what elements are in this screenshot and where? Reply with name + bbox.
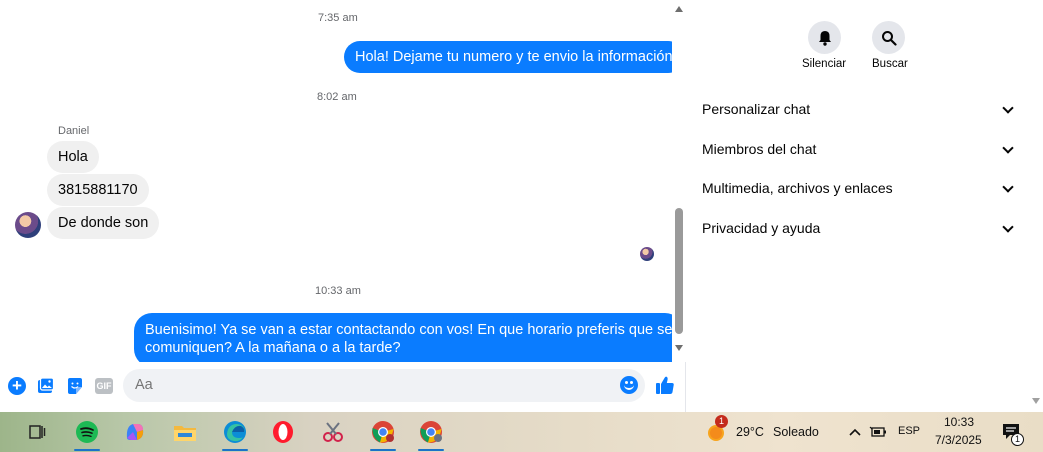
chevron-down-icon <box>1002 221 1014 233</box>
chevron-down-icon <box>1002 181 1014 193</box>
section-label: Miembros del chat <box>702 141 817 157</box>
chat-pane: 7:35 am Hola! Dejame tu numero y te envi… <box>0 0 686 412</box>
section-label: Privacidad y ayuda <box>702 220 821 236</box>
section-label: Multimedia, archivos y enlaces <box>702 180 893 196</box>
edge-icon[interactable] <box>218 416 252 451</box>
section-miembros-del-chat[interactable]: Miembros del chat <box>702 141 1014 163</box>
bell-icon <box>818 30 831 46</box>
taskbar: 1 29°C Soleado ESP 10:33 7/3/2025 1 <box>0 412 1043 452</box>
notifications-icon[interactable] <box>994 416 1028 448</box>
sender-name: Daniel <box>58 125 90 137</box>
message-outgoing[interactable]: Hola! Dejame tu numero y te envio la inf… <box>344 41 672 73</box>
task-view-icon[interactable] <box>20 416 54 448</box>
weather-temperature[interactable]: 29°C <box>736 425 764 439</box>
message-line: comuniquen? A la mañana o a la tarde? <box>145 340 401 356</box>
file-explorer-icon[interactable] <box>168 416 202 448</box>
message-composer: + GIF <box>0 362 686 412</box>
opera-icon[interactable] <box>266 416 300 448</box>
scroll-up-arrow-icon[interactable] <box>675 6 683 12</box>
sticker-icon[interactable] <box>65 376 85 396</box>
message-incoming[interactable]: De donde son <box>47 207 160 239</box>
read-receipt-avatar <box>640 247 654 261</box>
message-list[interactable]: 7:35 am Hola! Dejame tu numero y te envi… <box>0 0 672 362</box>
section-personalizar-chat[interactable]: Personalizar chat <box>702 101 1014 123</box>
plus-circle-icon[interactable]: + <box>7 376 27 396</box>
snipping-tool-icon[interactable] <box>316 416 350 448</box>
mute-button[interactable] <box>808 21 841 54</box>
clock-date[interactable]: 7/3/2025 <box>935 433 982 447</box>
search-icon <box>881 30 897 46</box>
search-label: Buscar <box>872 58 908 70</box>
thumbs-up-icon[interactable] <box>655 375 675 395</box>
photo-icon[interactable] <box>36 376 56 396</box>
sender-avatar[interactable] <box>15 212 41 238</box>
message-input[interactable] <box>123 369 645 402</box>
timestamp: 8:02 am <box>317 91 357 103</box>
scrollbar-thumb[interactable] <box>675 208 683 334</box>
chevron-down-icon <box>1002 102 1014 114</box>
section-multimedia[interactable]: Multimedia, archivos y enlaces <box>702 180 1014 202</box>
messenger-window: 7:35 am Hola! Dejame tu numero y te envi… <box>0 0 1043 412</box>
message-line: Buenisimo! Ya se van a estar contactando… <box>145 322 672 338</box>
weather-description[interactable]: Soleado <box>773 425 819 439</box>
section-label: Personalizar chat <box>702 101 811 117</box>
gif-icon[interactable]: GIF <box>94 376 114 396</box>
scroll-down-arrow-icon[interactable] <box>675 345 683 351</box>
chat-info-panel: Silenciar Buscar Personalizar chat Miemb… <box>687 0 1029 412</box>
page-scrollbar[interactable] <box>1029 0 1043 412</box>
language-indicator[interactable]: ESP <box>898 425 920 437</box>
weather-badge: 1 <box>715 415 728 428</box>
copilot-icon[interactable] <box>118 416 152 448</box>
gif-label: GIF <box>95 378 113 394</box>
chrome-icon[interactable] <box>366 416 400 451</box>
timestamp: 10:33 am <box>315 285 361 297</box>
mute-label: Silenciar <box>802 58 847 70</box>
emoji-icon[interactable] <box>620 376 638 394</box>
timestamp: 7:35 am <box>318 12 358 24</box>
message-incoming[interactable]: Hola <box>47 141 99 173</box>
spotify-icon[interactable] <box>70 416 104 451</box>
section-privacidad[interactable]: Privacidad y ayuda <box>702 220 1014 242</box>
chat-scrollbar[interactable] <box>672 0 686 362</box>
clock-time[interactable]: 10:33 <box>944 415 974 429</box>
search-button[interactable] <box>872 21 905 54</box>
notification-count-badge: 1 <box>1011 433 1024 446</box>
message-incoming[interactable]: 3815881170 <box>47 174 149 206</box>
chrome-profile-icon[interactable] <box>414 416 448 451</box>
scroll-down-arrow-icon[interactable] <box>1032 398 1040 404</box>
chevron-down-icon <box>1002 142 1014 154</box>
battery-icon[interactable] <box>861 416 895 448</box>
message-outgoing[interactable]: Buenisimo! Ya se van a estar contactando… <box>134 313 672 362</box>
